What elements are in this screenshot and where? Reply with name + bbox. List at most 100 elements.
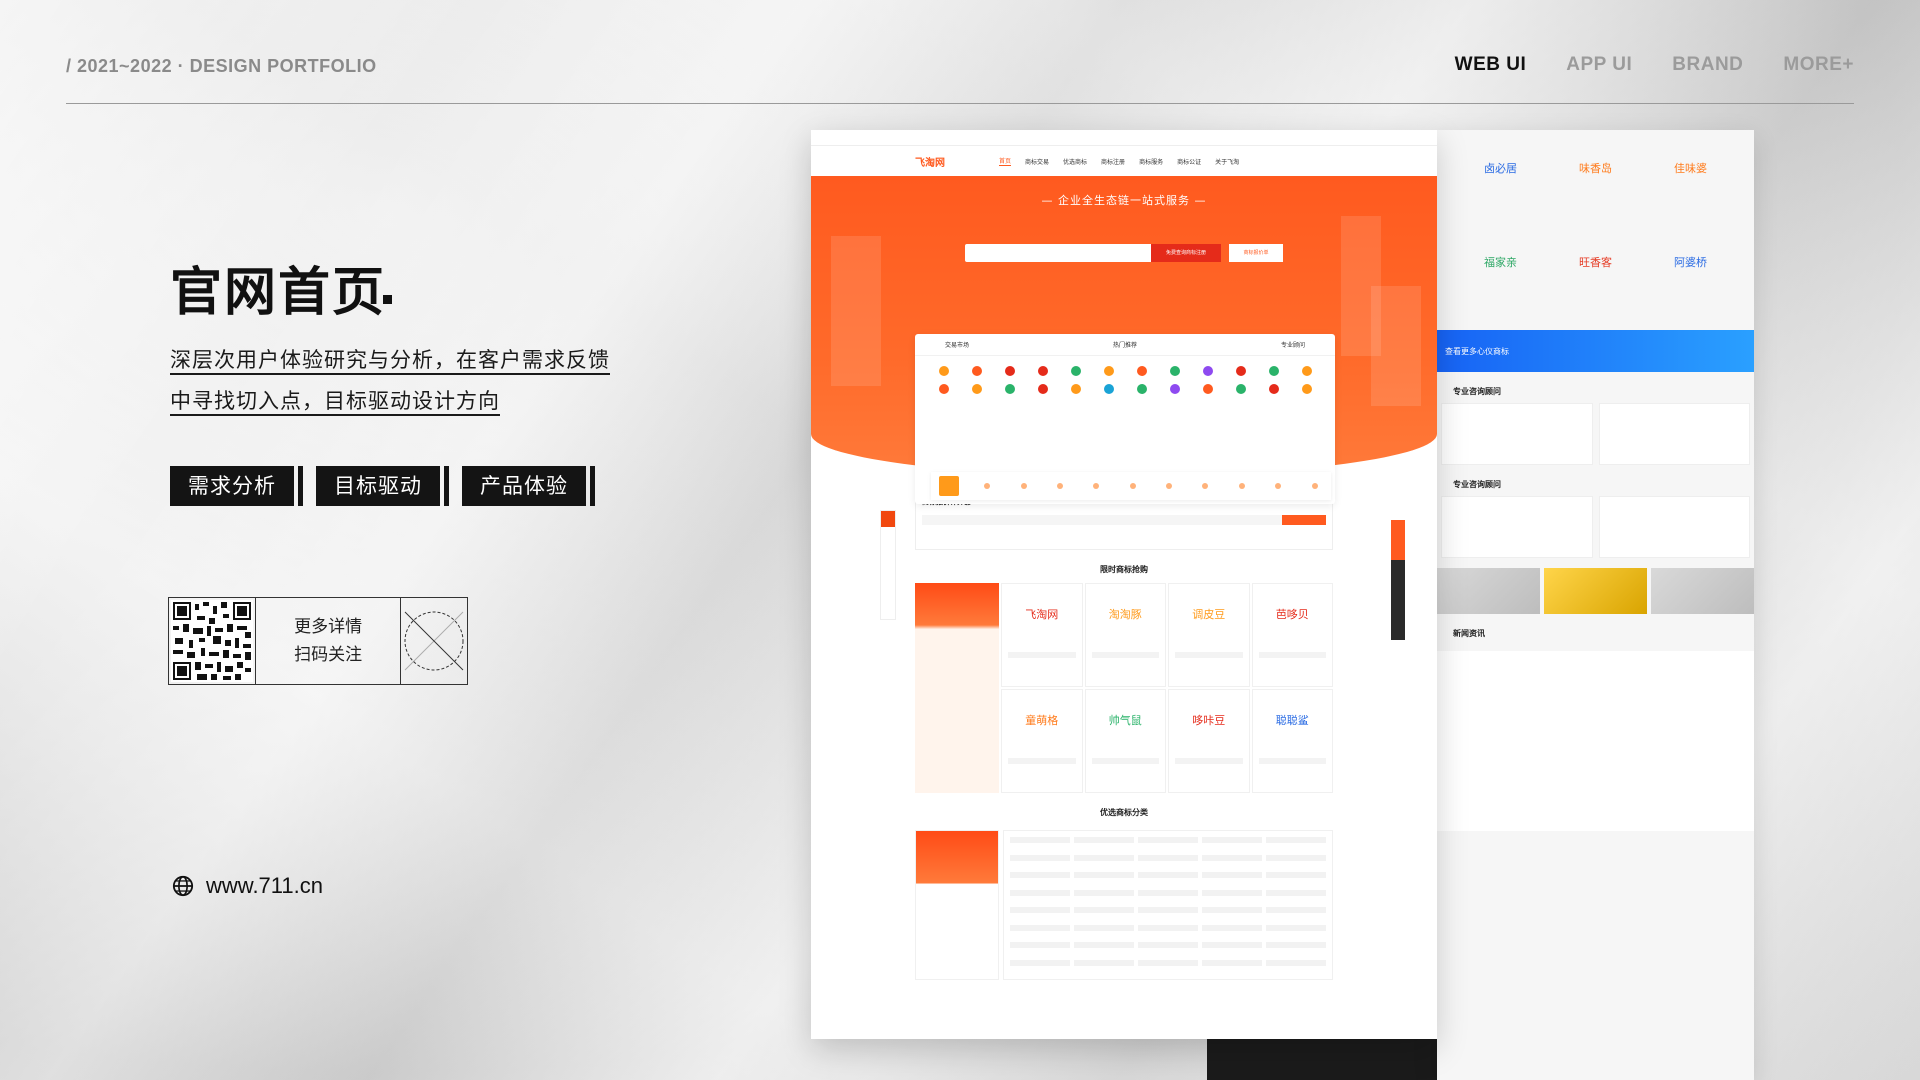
strip-icon[interactable] bbox=[1020, 483, 1027, 489]
tag-list: 需求分析 目标驱动 产品体验 bbox=[170, 466, 595, 506]
office-photo bbox=[1437, 568, 1540, 614]
trademark-card[interactable]: 帅气鼠 bbox=[1084, 689, 1166, 793]
service-icon[interactable] bbox=[1070, 366, 1081, 376]
service-icon[interactable] bbox=[1004, 384, 1015, 394]
qr-code-icon bbox=[171, 600, 254, 682]
mockup-right-float-bar[interactable] bbox=[1391, 520, 1405, 640]
back-brand-names: 卤必居 味香岛 佳味婆 福家亲 旺香客 阿婆桥 bbox=[1437, 130, 1754, 270]
nav-app-ui[interactable]: APP UI bbox=[1566, 54, 1632, 76]
trademark-card[interactable]: 调皮豆 bbox=[1168, 583, 1250, 687]
back-banner[interactable]: 查看更多心仪商标 bbox=[1437, 330, 1754, 372]
service-icon[interactable] bbox=[1136, 366, 1147, 376]
nav-more[interactable]: MORE+ bbox=[1783, 54, 1854, 76]
nav-brand[interactable]: BRAND bbox=[1672, 54, 1743, 76]
strip-icon[interactable] bbox=[1166, 483, 1173, 489]
service-icon[interactable] bbox=[1202, 366, 1213, 376]
back-consultant-cards bbox=[1437, 403, 1754, 465]
service-icon[interactable] bbox=[1103, 366, 1114, 376]
strip-icon[interactable] bbox=[984, 483, 991, 489]
service-icon[interactable] bbox=[938, 384, 949, 394]
service-icon[interactable] bbox=[1169, 366, 1180, 376]
strip-highlight-icon[interactable] bbox=[939, 476, 959, 496]
back-service-cards bbox=[1437, 496, 1754, 558]
calculator-button[interactable] bbox=[1282, 515, 1326, 525]
service-icon[interactable] bbox=[1103, 384, 1114, 394]
mockup-nav: 飞淘网 首页 商标交易 优选商标 商标注册 商标服务 商标公证 关于飞淘 bbox=[811, 146, 1437, 176]
service-icon[interactable] bbox=[938, 366, 949, 376]
service-icon[interactable] bbox=[1235, 384, 1246, 394]
tag-product-experience: 产品体验 bbox=[462, 466, 595, 506]
service-icon[interactable] bbox=[1202, 384, 1213, 394]
card-name: 童萌格 bbox=[1025, 714, 1059, 727]
limited-promo-banner[interactable] bbox=[915, 583, 999, 793]
mockup-nav-item[interactable]: 商标服务 bbox=[1139, 157, 1163, 166]
trademark-card[interactable]: 飞淘网 bbox=[1001, 583, 1083, 687]
panel-tab[interactable]: 热门推荐 bbox=[1113, 340, 1137, 349]
consultant-card[interactable] bbox=[1441, 403, 1593, 465]
trademark-card[interactable]: 童萌格 bbox=[1001, 689, 1083, 793]
trademark-card[interactable]: 聪聪鲨 bbox=[1251, 689, 1333, 793]
strip-icon[interactable] bbox=[1202, 483, 1209, 489]
mockup-nav-item[interactable]: 商标公证 bbox=[1177, 157, 1201, 166]
service-icon[interactable] bbox=[1169, 384, 1180, 394]
category-banner[interactable] bbox=[915, 830, 999, 980]
panel-tab[interactable]: 专业顾问 bbox=[1281, 340, 1305, 349]
service-icon[interactable] bbox=[1070, 384, 1081, 394]
qr-code[interactable] bbox=[169, 598, 257, 684]
website-link[interactable]: www.711.cn bbox=[172, 873, 323, 899]
tag-goal-driven: 目标驱动 bbox=[316, 466, 449, 506]
card-name: 聪聪鲨 bbox=[1275, 714, 1309, 727]
mockup-hero: — 企业全生态链一站式服务 — 免费查询商标注册 商标报价单 交易市场 热门推荐… bbox=[811, 176, 1437, 504]
calculator-fields[interactable] bbox=[922, 515, 1326, 525]
strip-icon[interactable] bbox=[1093, 483, 1100, 489]
trademark-card[interactable]: 芭哆贝 bbox=[1251, 583, 1333, 687]
service-icon[interactable] bbox=[1301, 384, 1312, 394]
mockup-top-strip bbox=[811, 130, 1437, 146]
service-icon[interactable] bbox=[1136, 384, 1147, 394]
trademark-card[interactable]: 哆咔豆 bbox=[1168, 689, 1250, 793]
strip-icon[interactable] bbox=[1238, 483, 1245, 489]
description-line-2: 中寻找切入点，目标驱动设计方向 bbox=[170, 389, 500, 413]
back-section-news: 新闻资讯 bbox=[1453, 629, 1485, 638]
qr-text-line-1: 更多详情 bbox=[294, 617, 363, 637]
nav-web-ui[interactable]: WEB UI bbox=[1455, 54, 1527, 76]
globe-icon bbox=[172, 875, 194, 897]
tag-requirement-analysis: 需求分析 bbox=[170, 466, 303, 506]
service-icon[interactable] bbox=[1004, 366, 1015, 376]
panel-tab[interactable]: 交易市场 bbox=[945, 340, 969, 349]
trademark-card[interactable]: 淘淘豚 bbox=[1084, 583, 1166, 687]
panel-tabs: 交易市场 热门推荐 专业顾问 bbox=[915, 334, 1335, 356]
mockup-front-page: 飞淘网 首页 商标交易 优选商标 商标注册 商标服务 商标公证 关于飞淘 — 企… bbox=[811, 130, 1437, 1039]
mockup-nav-item[interactable]: 商标交易 bbox=[1025, 157, 1049, 166]
service-icon[interactable] bbox=[971, 384, 982, 394]
mockup-nav-item[interactable]: 关于飞淘 bbox=[1215, 157, 1239, 166]
back-name-2: 味香岛 bbox=[1579, 162, 1612, 175]
service-card[interactable] bbox=[1441, 496, 1593, 558]
description: 深层次用户体验研究与分析，在客户需求反馈 中寻找切入点，目标驱动设计方向 bbox=[170, 340, 610, 422]
hero-quote-button[interactable]: 商标报价单 bbox=[1229, 244, 1283, 262]
strip-icon[interactable] bbox=[1056, 483, 1063, 489]
news-list bbox=[1437, 651, 1754, 831]
service-icon[interactable] bbox=[1037, 366, 1048, 376]
card-name: 帅气鼠 bbox=[1108, 714, 1142, 727]
service-icon[interactable] bbox=[971, 366, 982, 376]
top-nav: WEB UI APP UI BRAND MORE+ bbox=[1455, 54, 1854, 76]
service-icon[interactable] bbox=[1037, 384, 1048, 394]
mockup-left-float-bar[interactable] bbox=[880, 510, 896, 620]
mockup-nav-item[interactable]: 首页 bbox=[999, 156, 1012, 166]
mockup-logo[interactable]: 飞淘网 bbox=[915, 154, 945, 169]
mockup-nav-item[interactable]: 商标注册 bbox=[1101, 157, 1125, 166]
service-icon[interactable] bbox=[1235, 366, 1246, 376]
hero-search-button[interactable]: 免费查询商标注册 bbox=[1151, 244, 1221, 262]
office-photo bbox=[1651, 568, 1754, 614]
mockup-nav-item[interactable]: 优选商标 bbox=[1063, 157, 1087, 166]
back-section-consultant: 专业咨询顾问 bbox=[1453, 387, 1501, 396]
service-icon[interactable] bbox=[1268, 384, 1279, 394]
strip-icon[interactable] bbox=[1275, 483, 1282, 489]
service-icon[interactable] bbox=[1268, 366, 1279, 376]
strip-icon[interactable] bbox=[1311, 483, 1318, 489]
service-icon[interactable] bbox=[1301, 366, 1312, 376]
strip-icon[interactable] bbox=[1129, 483, 1136, 489]
consultant-card[interactable] bbox=[1598, 403, 1750, 465]
service-card[interactable] bbox=[1598, 496, 1750, 558]
